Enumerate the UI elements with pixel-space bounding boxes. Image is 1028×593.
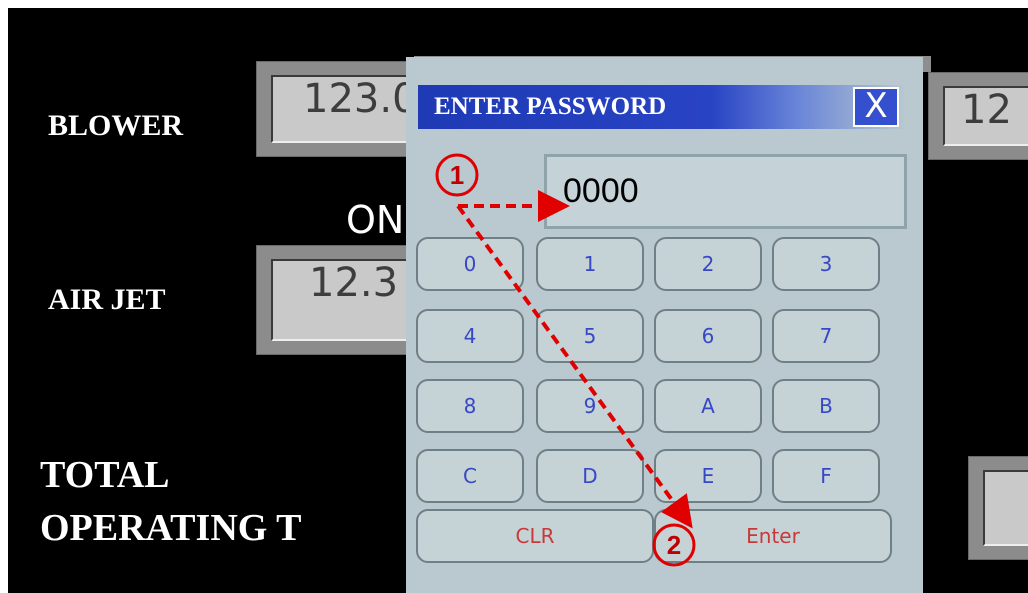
step-2-marker: 2 [652,523,696,567]
step-2-number: 2 [667,530,681,560]
annotation-layer: 1 2 [435,153,696,567]
step-1-marker: 1 [435,153,479,197]
arrow-to-enter-button [456,204,693,529]
step-1-number: 1 [450,160,464,190]
